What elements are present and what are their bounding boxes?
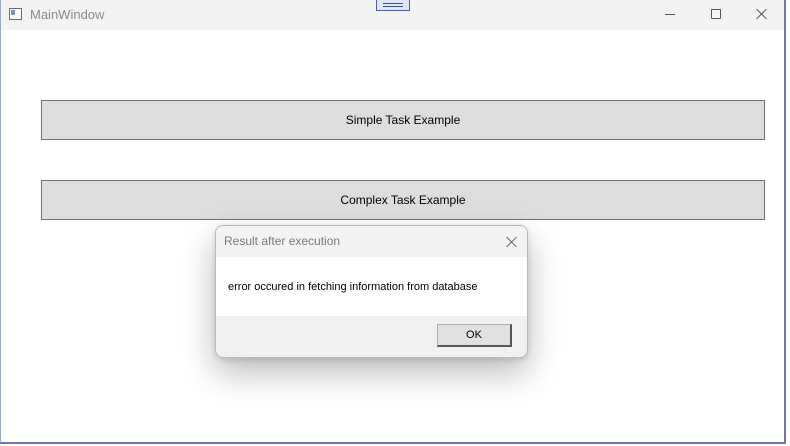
drag-grip-handle[interactable] [376,0,410,11]
ok-button[interactable]: OK [437,324,512,347]
simple-task-button[interactable]: Simple Task Example [41,100,765,140]
simple-task-label: Simple Task Example [345,113,461,127]
window-title: MainWindow [30,7,105,22]
minimize-icon [665,14,675,15]
app-window-icon [9,8,22,20]
complex-task-label: Complex Task Example [340,193,466,207]
close-window-button[interactable] [739,0,785,30]
result-dialog: Result after execution error occured in … [215,225,528,358]
dialog-message: error occured in fetching information fr… [228,281,478,293]
minimize-button[interactable] [647,0,693,30]
dialog-body: error occured in fetching information fr… [216,257,527,316]
ok-label: OK [466,329,482,341]
maximize-icon [711,9,721,19]
complex-task-button[interactable]: Complex Task Example [41,180,765,220]
dialog-title: Result after execution [224,234,341,248]
close-icon [506,236,518,248]
title-bar[interactable]: MainWindow [1,0,784,30]
close-icon [756,8,768,20]
maximize-button[interactable] [693,0,739,30]
dialog-title-bar[interactable]: Result after execution [216,226,527,257]
main-window: MainWindow Simple Task Example Complex T… [0,0,786,444]
dialog-close-button[interactable] [500,232,524,252]
